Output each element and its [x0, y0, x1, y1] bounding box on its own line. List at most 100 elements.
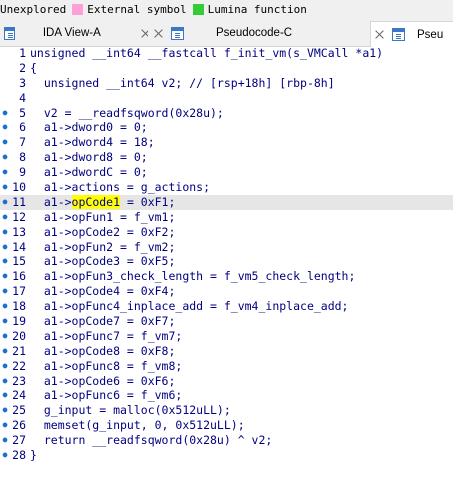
tab-pseudocode-c[interactable]: Pseudocode-C	[150, 21, 368, 45]
code-line[interactable]: ● 9 a1->dwordC = 0;	[0, 165, 453, 180]
breakpoint-dot-icon[interactable]: ●	[0, 240, 10, 255]
legend-bar: Unexplored External symbol Lumina function	[0, 0, 453, 18]
code-line[interactable]: ● 6 a1->dword0 = 0;	[0, 120, 453, 135]
code-line[interactable]: ● 5 v2 = __readfsqword(0x28u);	[0, 106, 453, 121]
breakpoint-dot-icon[interactable]: ●	[0, 284, 10, 299]
code-line[interactable]: ● 24 a1->opFunc6 = f_vm6;	[0, 388, 453, 403]
code-line[interactable]: 2{	[0, 61, 453, 76]
breakpoint-dot-icon[interactable]: ●	[0, 180, 10, 195]
code-line[interactable]: 4	[0, 91, 453, 106]
code-text: a1->opCode1 = 0xF1;	[30, 194, 176, 209]
breakpoint-dot-icon[interactable]: ●	[0, 329, 10, 344]
tab-label: Pseu	[417, 28, 444, 41]
line-number: 9	[19, 165, 26, 180]
line-number: 16	[12, 269, 26, 284]
code-line[interactable]: ● 22 a1->opFunc8 = f_vm8;	[0, 359, 453, 374]
line-number: 12	[12, 209, 26, 224]
line-number: 11	[12, 194, 26, 209]
breakpoint-dot-icon[interactable]: ●	[0, 106, 10, 121]
line-number: 2	[19, 60, 26, 75]
code-text: a1->opFun2 = f_vm2;	[30, 239, 176, 254]
code-text: a1->opFun3_check_length = f_vm5_check_le…	[30, 269, 356, 284]
breakpoint-dot-icon[interactable]: ●	[0, 269, 10, 284]
code-line[interactable]: ● 8 a1->dword8 = 0;	[0, 150, 453, 165]
code-line[interactable]: ● 28}	[0, 448, 453, 463]
code-text: a1->opCode6 = 0xF6;	[30, 373, 176, 388]
code-text: memset(g_input, 0, 0x512uLL);	[30, 418, 245, 433]
breakpoint-dot-icon[interactable]: ●	[0, 299, 10, 314]
code-line[interactable]: ● 11 a1->opCode1 = 0xF1;	[0, 194, 453, 210]
code-text: a1->opFunc8 = f_vm8;	[30, 358, 183, 373]
code-line[interactable]: ● 19 a1->opCode7 = 0xF7;	[0, 314, 453, 329]
breakpoint-dot-icon[interactable]: ●	[0, 418, 10, 433]
breakpoint-dot-icon[interactable]: ●	[0, 359, 10, 374]
close-icon[interactable]	[375, 30, 384, 39]
breakpoint-dot-icon[interactable]: ●	[0, 210, 10, 225]
tab-bar: IDA View-A Pseudocode-C Pseu	[0, 18, 453, 47]
code-line[interactable]: 3 unsigned __int64 v2; // [rsp+18h] [rbp…	[0, 76, 453, 91]
line-number: 24	[12, 388, 26, 403]
line-number: 14	[12, 239, 26, 254]
breakpoint-dot-icon[interactable]: ●	[0, 344, 10, 359]
code-text: a1->opCode7 = 0xF7;	[30, 314, 176, 329]
code-text: a1->opFunc6 = f_vm6;	[30, 388, 183, 403]
close-icon[interactable]	[154, 29, 163, 38]
pseudocode-view[interactable]: 1 unsigned __int64 __fastcall f_init_vm(s…	[0, 46, 453, 489]
code-line[interactable]: ● 12 a1->opFun1 = f_vm1;	[0, 210, 453, 225]
legend-lumina-function: Lumina function	[192, 2, 307, 16]
code-text: a1->opFunc4_inplace_add = f_vm4_inplace_…	[30, 299, 349, 314]
line-number: 23	[12, 373, 26, 388]
line-number: 18	[12, 299, 26, 314]
breakpoint-dot-icon[interactable]: ●	[0, 388, 10, 403]
code-line[interactable]: ● 25 g_input = malloc(0x512uLL);	[0, 403, 453, 418]
breakpoint-dot-icon[interactable]: ●	[0, 165, 10, 180]
legend-label: Lumina function	[207, 2, 307, 16]
tab-label: Pseudocode-C	[216, 27, 293, 39]
code-line[interactable]: ● 20 a1->opFunc7 = f_vm7;	[0, 329, 453, 344]
code-line[interactable]: ● 27 return __readfsqword(0x28u) ^ v2;	[0, 433, 453, 448]
highlighted-identifier[interactable]: opCode1	[71, 194, 121, 209]
breakpoint-dot-icon[interactable]: ●	[0, 225, 10, 240]
breakpoint-dot-icon[interactable]: ●	[0, 448, 10, 463]
code-text: unsigned __int64 __fastcall f_init_vm(s_…	[30, 46, 384, 60]
code-line[interactable]: ● 14 a1->opFun2 = f_vm2;	[0, 240, 453, 255]
breakpoint-dot-icon[interactable]: ●	[0, 314, 10, 329]
line-number: 27	[12, 433, 26, 448]
line-number: 21	[12, 343, 26, 358]
code-line[interactable]: ● 18 a1->opFunc4_inplace_add = f_vm4_inpl…	[0, 299, 453, 314]
code-text: a1->opCode8 = 0xF8;	[30, 343, 176, 358]
line-number: 25	[12, 403, 26, 418]
tab-pseudocode[interactable]: Pseu	[370, 21, 453, 47]
code-text: a1->opFun1 = f_vm1;	[30, 209, 176, 224]
code-line[interactable]: 1 unsigned __int64 __fastcall f_init_vm(s…	[0, 46, 453, 61]
code-text: return __readfsqword(0x28u) ^ v2;	[30, 433, 273, 448]
code-line[interactable]: ● 26 memset(g_input, 0, 0x512uLL);	[0, 418, 453, 433]
tab-label: IDA View-A	[42, 27, 101, 39]
code-line[interactable]: ● 16 a1->opFun3_check_length = f_vm5_chec…	[0, 269, 453, 284]
code-text: a1->dword0 = 0;	[30, 120, 148, 135]
close-icon[interactable]	[141, 29, 148, 38]
breakpoint-dot-icon[interactable]: ●	[0, 120, 10, 135]
code-text: a1->dwordC = 0;	[30, 165, 148, 180]
breakpoint-dot-icon[interactable]: ●	[0, 195, 10, 210]
breakpoint-dot-icon[interactable]: ●	[0, 254, 10, 269]
code-line[interactable]: ● 10 a1->actions = g_actions;	[0, 180, 453, 195]
breakpoint-dot-icon[interactable]: ●	[0, 150, 10, 165]
line-number: 10	[12, 180, 26, 195]
line-number: 7	[19, 135, 26, 150]
window-icon	[392, 28, 405, 41]
code-line[interactable]: ● 15 a1->opCode3 = 0xF5;	[0, 254, 453, 269]
code-text: a1->opCode4 = 0xF4;	[30, 284, 176, 299]
code-text: a1->opCode3 = 0xF5;	[30, 254, 176, 269]
breakpoint-dot-icon[interactable]: ●	[0, 403, 10, 418]
line-number: 5	[19, 105, 26, 120]
code-line[interactable]: ● 7 a1->dword4 = 18;	[0, 135, 453, 150]
breakpoint-dot-icon[interactable]: ●	[0, 433, 10, 448]
breakpoint-dot-icon[interactable]: ●	[0, 374, 10, 389]
tab-ida-view-a[interactable]: IDA View-A	[0, 21, 148, 45]
code-line[interactable]: ● 17 a1->opCode4 = 0xF4;	[0, 284, 453, 299]
code-line[interactable]: ● 23 a1->opCode6 = 0xF6;	[0, 374, 453, 389]
code-line[interactable]: ● 13 a1->opCode2 = 0xF2;	[0, 225, 453, 240]
code-line[interactable]: ● 21 a1->opCode8 = 0xF8;	[0, 344, 453, 359]
breakpoint-dot-icon[interactable]: ●	[0, 135, 10, 150]
